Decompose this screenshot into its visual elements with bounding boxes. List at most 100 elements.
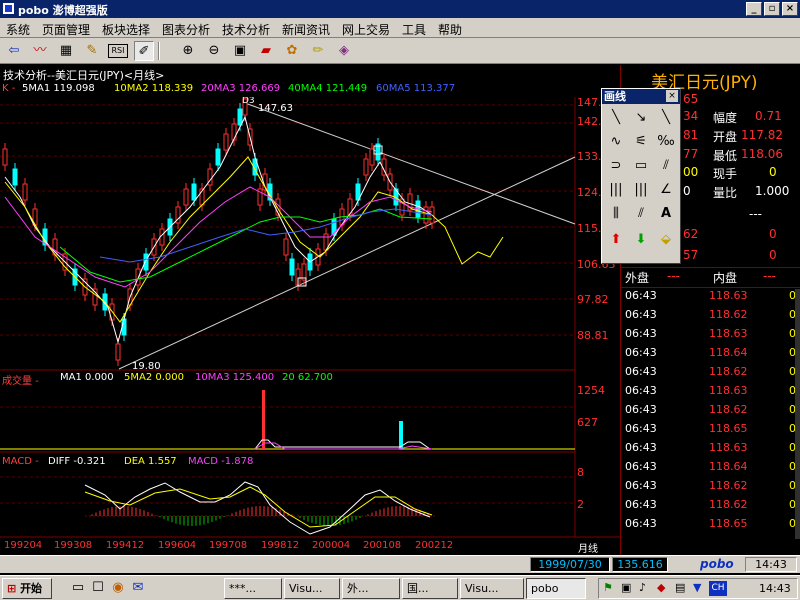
candle [231, 123, 237, 141]
task-button[interactable]: Visu... [460, 578, 524, 599]
x-tick: 199604 [158, 540, 197, 551]
task-button[interactable]: 国... [402, 578, 458, 599]
macd-series [84, 481, 435, 535]
price-tick: 115. [577, 222, 602, 235]
price-tick: 97.82 [577, 293, 609, 306]
chart-title: 技术分析--美汇日元(JPY)<月线> [3, 69, 165, 82]
explorer-icon[interactable]: ☐ [88, 578, 108, 598]
start-button[interactable]: ⊞ 开始 [2, 578, 52, 599]
rect-tool-icon[interactable]: ▭ [630, 155, 652, 177]
candle [369, 148, 375, 166]
period-label[interactable]: 月线 [578, 540, 598, 555]
macd-prefix: MACD - [2, 456, 39, 467]
parallel-tool-icon[interactable]: ⫽ [630, 203, 652, 225]
tick-time: 06:43 [625, 403, 657, 416]
minimize-button[interactable]: _ [746, 2, 762, 16]
line-chart-icon[interactable]: 〰 [30, 41, 50, 61]
arc-tool-icon[interactable]: ⊃ [605, 155, 627, 177]
angle-tool-icon[interactable]: ∠ [655, 179, 677, 201]
status-bar: 1999/07/30 135.616 pobo 14:43 [0, 555, 800, 573]
table-icon[interactable]: ▦ [56, 41, 76, 61]
task-button[interactable]: Visu... [284, 578, 340, 599]
cycle-tool-icon[interactable]: ||| [605, 179, 627, 201]
status-date: 1999/07/30 [530, 557, 610, 572]
palette-close-icon[interactable]: × [666, 90, 678, 102]
tray-icon[interactable]: ▣ [621, 581, 631, 594]
outer-value: --- [667, 269, 680, 283]
x-tick: 199812 [261, 540, 300, 551]
price-tick: 142. [577, 115, 602, 128]
tick-price: 118.62 [709, 498, 748, 511]
maximize-button[interactable]: ▫ [764, 2, 780, 16]
tray-icon[interactable]: ◆ [657, 581, 665, 594]
outlook-icon[interactable]: ✉ [128, 578, 148, 598]
price-tick: 133. [577, 150, 602, 163]
draw-pen-icon[interactable]: ✐ [134, 41, 154, 61]
partial-value: 00 [683, 165, 699, 179]
menu-help[interactable]: 帮助 [438, 21, 462, 38]
notepad-icon[interactable]: ✎ [82, 41, 102, 61]
menu-chart[interactable]: 图表分析 [162, 21, 210, 38]
calculator-icon[interactable]: ▣ [230, 41, 250, 61]
x-tick: 200004 [312, 540, 351, 551]
candle [191, 183, 197, 201]
chart-svg[interactable]: D3 147.63 19.80 [0, 97, 620, 555]
title-bar: pobo 澎博超强版 _ ▫ × [0, 0, 800, 18]
menu-page[interactable]: 页面管理 [42, 21, 90, 38]
wave-tool-icon[interactable]: ∿ [605, 131, 627, 153]
back-icon[interactable]: ⇦ [4, 41, 24, 61]
ray-tool-icon[interactable]: ↘ [630, 107, 652, 129]
candle [215, 148, 221, 166]
percent-tool-icon[interactable]: ‰ [655, 131, 677, 153]
menu-technical[interactable]: 技术分析 [222, 21, 270, 38]
tick-time: 06:43 [625, 498, 657, 511]
menu-trade[interactable]: 网上交易 [342, 21, 390, 38]
menu-sector[interactable]: 板块选择 [102, 21, 150, 38]
text-tool-icon[interactable]: A [655, 203, 677, 225]
notebook-icon[interactable]: ◈ [334, 41, 354, 61]
drawing-palette: 画线 × ╲ ↘ ╲ ∿ ⚟ ‰ ⊃ ▭ ⫽ ||| ||| ∠ ⫼ ⫽ A ⬆… [601, 88, 681, 264]
menu-system[interactable]: 系统 [6, 21, 30, 38]
menu-tools[interactable]: 工具 [402, 21, 426, 38]
tray-icon[interactable]: ▼ [693, 581, 701, 594]
extra-value: 0 [769, 227, 777, 241]
palette-icon[interactable]: ✿ [282, 41, 302, 61]
candle [223, 133, 229, 151]
tray-icon[interactable]: ♪ [639, 581, 646, 594]
up-arrow-icon[interactable]: ⬆ [605, 229, 627, 251]
rsi-icon[interactable]: RSI [108, 44, 128, 58]
scrollbar[interactable] [795, 289, 800, 539]
segment-tool-icon[interactable]: ╲ [655, 107, 677, 129]
zoom-in-icon[interactable]: ⊕ [178, 41, 198, 61]
menu-bar: 系统 页面管理 板块选择 图表分析 技术分析 新闻资讯 网上交易 工具 帮助 [0, 18, 800, 38]
status-time: 14:43 [745, 557, 797, 572]
tray-icon[interactable]: ⚑ [603, 581, 613, 594]
pencil-icon[interactable]: ✏ [308, 41, 328, 61]
ma-legend: K - 5MA1 119.098 10MA2 118.339 20MA3 126… [0, 83, 620, 97]
x-tick: 199708 [209, 540, 248, 551]
down-arrow-icon[interactable]: ⬇ [630, 229, 652, 251]
line-tool-icon[interactable]: ╲ [605, 107, 627, 129]
task-button[interactable]: ***... [224, 578, 282, 599]
close-button[interactable]: × [782, 2, 798, 16]
zoom-out-icon[interactable]: ⊖ [204, 41, 224, 61]
task-button-active[interactable]: pobo [526, 578, 586, 599]
tick-time: 06:43 [625, 365, 657, 378]
input-method-indicator[interactable]: CH [709, 581, 727, 596]
desktop-icon[interactable]: ▭ [68, 578, 88, 598]
task-button[interactable]: 外... [342, 578, 400, 599]
eraser-icon[interactable]: ⬙ [655, 229, 677, 251]
menu-news[interactable]: 新闻资讯 [282, 21, 330, 38]
period-tool-icon[interactable]: ||| [630, 179, 652, 201]
fibonacci-tool-icon[interactable]: ⚟ [630, 131, 652, 153]
channel-tool-icon[interactable]: ⫼ [605, 203, 627, 225]
stat-label: 现手 [713, 167, 738, 181]
fan-tool-icon[interactable]: ⫽ [655, 155, 677, 177]
candle [22, 183, 28, 201]
tick-price: 118.62 [709, 308, 748, 321]
volume-prefix: 成交量 - [2, 376, 39, 387]
browser-icon[interactable]: ◉ [108, 578, 128, 598]
tray-icon[interactable]: ▤ [675, 581, 685, 594]
stat-value: 1.000 [755, 184, 790, 198]
book-icon[interactable]: ▰ [256, 41, 276, 61]
